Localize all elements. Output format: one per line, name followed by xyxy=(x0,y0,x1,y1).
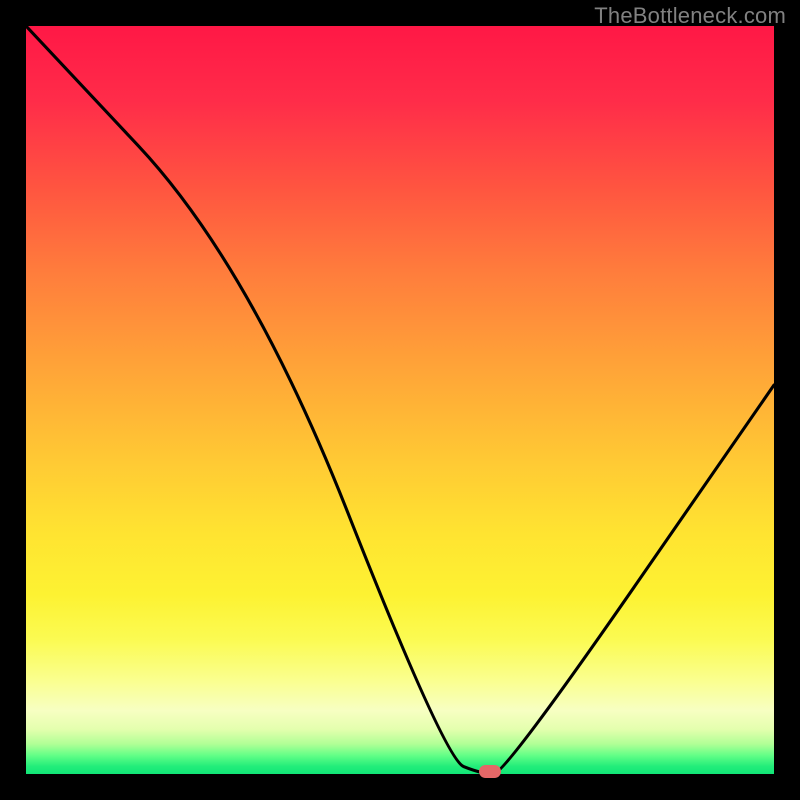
bottleneck-curve xyxy=(26,26,774,774)
attribution-text: TheBottleneck.com xyxy=(594,3,786,29)
plot-area xyxy=(26,26,774,774)
chart-frame: TheBottleneck.com xyxy=(0,0,800,800)
optimum-marker xyxy=(479,765,501,778)
curve-layer xyxy=(26,26,774,774)
